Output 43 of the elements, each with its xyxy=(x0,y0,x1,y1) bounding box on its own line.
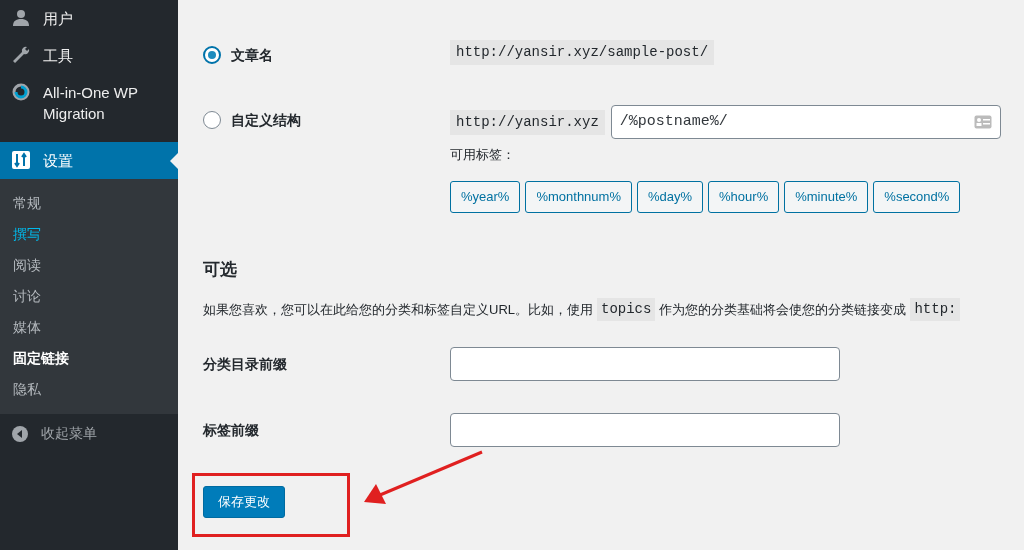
submenu-item[interactable]: 撰写 xyxy=(0,219,178,250)
code-snippet: http: xyxy=(910,298,961,321)
wrench-icon xyxy=(11,45,31,65)
submenu-item[interactable]: 隐私 xyxy=(0,374,178,405)
contact-card-icon xyxy=(973,115,992,129)
settings-icon xyxy=(11,150,31,170)
url-prefix: http://yansir.xyz/sample-post/ xyxy=(450,40,715,65)
description-text: 如果您喜欢，您可以在此给您的分类和标签自定义URL。比如，使用 xyxy=(203,300,593,319)
input-field[interactable] xyxy=(450,413,840,447)
field-label: 分类目录前缀 xyxy=(203,354,288,374)
pointer-arrow-icon xyxy=(170,153,178,169)
radio-button[interactable] xyxy=(203,111,221,129)
radio-button[interactable] xyxy=(203,46,221,64)
sidebar-menu-item[interactable]: All-in-One WP Migration xyxy=(0,74,178,132)
save-button[interactable]: 保存更改 xyxy=(203,486,285,518)
tag-button[interactable]: %hour% xyxy=(708,180,780,213)
tag-button[interactable]: %day% xyxy=(636,180,704,213)
submenu-item[interactable]: 阅读 xyxy=(0,250,178,281)
sidebar-menu-item[interactable]: 工具 xyxy=(0,37,178,74)
url-prefix: http://yansir.xyz xyxy=(450,109,605,135)
description-text: 作为您的分类基础将会使您的分类链接变成 xyxy=(659,300,907,319)
submenu-item[interactable]: 讨论 xyxy=(0,281,178,312)
tag-button[interactable]: %year% xyxy=(450,180,521,213)
option-label: 自定义结构 xyxy=(231,110,301,130)
section-heading: 可选 xyxy=(203,258,238,281)
submenu-item[interactable]: 媒体 xyxy=(0,312,178,343)
submenu-item[interactable]: 固定链接 xyxy=(0,343,178,374)
collapse-menu-button[interactable]: 收起菜单 xyxy=(0,414,178,453)
code-snippet: topics xyxy=(597,298,656,321)
input-field[interactable] xyxy=(450,347,840,381)
user-icon xyxy=(11,8,31,28)
submenu-item[interactable]: 常规 xyxy=(0,188,178,219)
structure-field[interactable]: /%postname%/ xyxy=(610,105,1001,139)
collapse-icon xyxy=(11,424,29,443)
sidebar-menu-item[interactable]: 用户 xyxy=(0,0,178,37)
field-label: 标签前缀 xyxy=(203,420,260,440)
sidebar-menu-item[interactable]: 设置 xyxy=(0,142,178,179)
option-label: 文章名 xyxy=(231,45,273,65)
circular-arrow-icon xyxy=(11,82,31,102)
available-tags-label: 可用标签： xyxy=(450,146,516,164)
tag-button[interactable]: %monthnum% xyxy=(525,180,632,213)
tag-button[interactable]: %minute% xyxy=(784,180,869,213)
tag-button[interactable]: %second% xyxy=(873,180,961,213)
